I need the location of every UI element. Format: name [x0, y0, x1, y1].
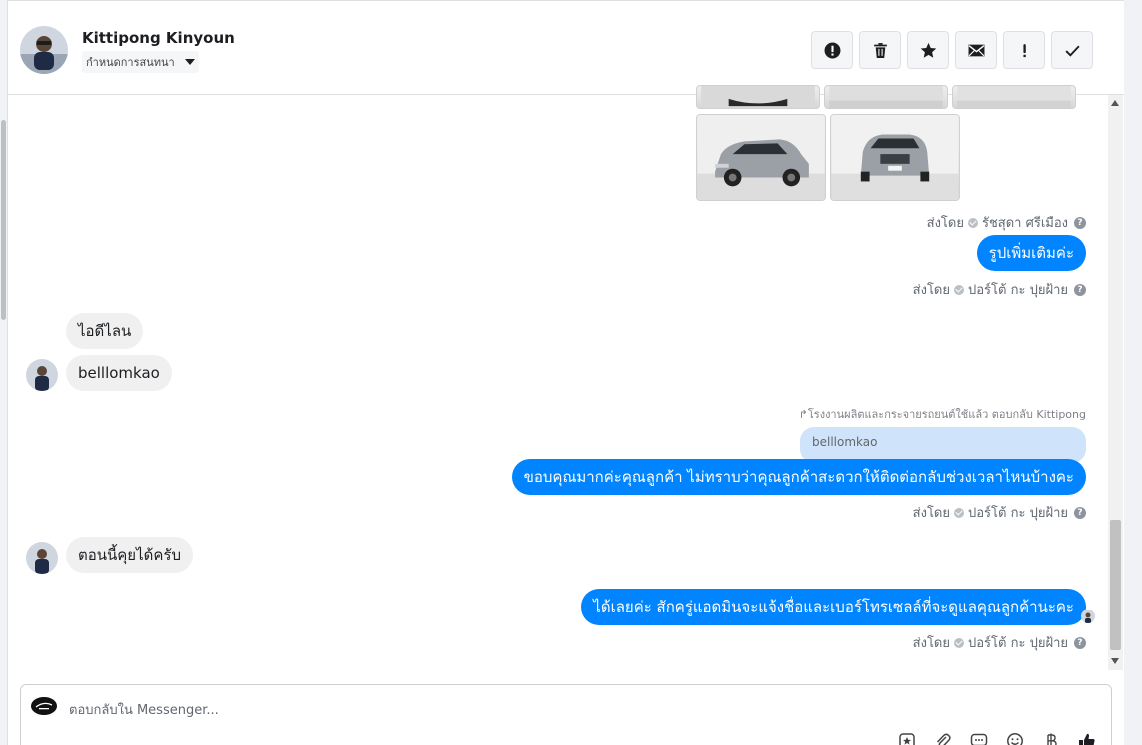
mark-unread-button[interactable]	[955, 31, 997, 69]
conversation-settings-label: กำหนดการสนทนา	[86, 56, 175, 69]
star-icon	[920, 42, 936, 58]
sent-by-prefix: ส่งโดย	[926, 216, 964, 231]
sent-by-label: ส่งโดย ปอร์โต้ กะ ปุยฝ้าย ?	[913, 502, 1086, 523]
incoming-message[interactable]: ไอดีไลน	[66, 313, 144, 349]
help-icon[interactable]: ?	[1074, 216, 1086, 229]
seen-avatar	[1081, 609, 1095, 623]
sent-by-label: ส่งโดย ปอร์โต้ กะ ปุยฝ้าย ?	[913, 632, 1086, 653]
help-icon[interactable]: ?	[1074, 283, 1086, 296]
verified-check-icon	[954, 507, 964, 518]
car-photo[interactable]	[824, 85, 948, 109]
mark-done-button[interactable]	[1051, 31, 1093, 69]
thread-scrollbar[interactable]	[1108, 95, 1123, 670]
thread-scrollbar-thumb[interactable]	[1110, 520, 1121, 650]
car-photo[interactable]	[830, 114, 960, 201]
verified-check-icon	[954, 284, 964, 295]
car-photo[interactable]	[696, 85, 820, 109]
saved-reply-icon[interactable]	[897, 731, 916, 745]
inbox-page: Kittipong Kinyoun กำหนดการสนทนา ส่งโดย ร…	[0, 0, 1142, 745]
incoming-message[interactable]: belllomkao	[66, 355, 172, 391]
reply-context-text: โรงงานผลิตและกระจายรถยนต์ใช้แล้ว ตอบกลับ…	[807, 408, 1086, 421]
envelope-icon	[968, 44, 984, 56]
sent-by-agent: ปอร์โต้ กะ ปุยฝ้าย	[968, 636, 1068, 651]
scroll-down-arrow-icon[interactable]	[1111, 658, 1119, 664]
page-gutter	[1124, 0, 1142, 745]
contact-avatar-small[interactable]	[26, 542, 58, 574]
contact-avatar[interactable]	[20, 26, 68, 74]
contact-name[interactable]: Kittipong Kinyoun	[82, 29, 235, 47]
caret-down-icon	[184, 59, 195, 65]
help-icon[interactable]: ?	[1074, 636, 1086, 649]
sent-by-label: ส่งโดย รัชสุดา ศรีเมือง ?	[927, 212, 1086, 233]
sent-by-label: ส่งโดย ปอร์โต้ กะ ปุยฝ้าย ?	[913, 279, 1086, 300]
composer-tools	[897, 731, 1096, 745]
sent-by-prefix: ส่งโดย	[912, 283, 950, 298]
delete-button[interactable]	[859, 31, 901, 69]
incoming-message[interactable]: ตอนนี้คุยได้ครับ	[66, 537, 193, 573]
reply-composer[interactable]: ตอบกลับใน Messenger...	[20, 684, 1112, 745]
verified-check-icon	[967, 217, 978, 228]
like-icon[interactable]	[1077, 731, 1096, 745]
outgoing-message[interactable]: รูปเพิ่มเติมค่ะ	[976, 235, 1086, 271]
quick-reply-icon[interactable]	[969, 731, 988, 745]
quoted-message[interactable]: belllomkao	[800, 427, 1086, 463]
star-button[interactable]	[907, 31, 949, 69]
outgoing-message[interactable]: ขอบคุณมากค่ะคุณลูกค้า ไม่ทราบว่าคุณลูกค้…	[511, 459, 1086, 495]
verified-check-icon	[954, 637, 964, 648]
sent-by-prefix: ส่งโดย	[912, 506, 950, 521]
sent-by-agent: ปอร์โต้ กะ ปุยฝ้าย	[968, 506, 1068, 521]
contact-avatar-small[interactable]	[26, 359, 58, 391]
conversation-panel: Kittipong Kinyoun กำหนดการสนทนา ส่งโดย ร…	[8, 0, 1124, 745]
follow-up-button[interactable]	[1003, 31, 1045, 69]
scroll-up-arrow-icon[interactable]	[1111, 100, 1119, 106]
left-scrollbar[interactable]	[0, 0, 8, 745]
conversation-toolbar	[811, 31, 1093, 69]
trash-icon	[873, 42, 887, 58]
reply-input[interactable]: ตอบกลับใน Messenger...	[69, 699, 219, 720]
page-logo	[31, 697, 57, 715]
left-scrollbar-thumb[interactable]	[1, 120, 6, 320]
sent-by-prefix: ส่งโดย	[912, 636, 950, 651]
exclamation-icon	[1022, 43, 1026, 57]
conversation-header: Kittipong Kinyoun กำหนดการสนทนา	[8, 5, 1124, 95]
sent-by-agent: รัชสุดา ศรีเมือง	[981, 216, 1068, 231]
outgoing-message[interactable]: ได้เลยค่ะ สักครู่แอดมินจะแจ้งชื่อและเบอร…	[581, 589, 1086, 625]
alert-circle-icon	[824, 42, 840, 58]
reply-arrow-icon: ↱	[798, 408, 808, 421]
reply-context: ↱โรงงานผลิตและกระจายรถยนต์ใช้แล้ว ตอบกลั…	[799, 405, 1086, 423]
sent-by-agent: ปอร์โต้ กะ ปุยฝ้าย	[968, 283, 1068, 298]
spam-button[interactable]	[811, 31, 853, 69]
conversation-settings-dropdown[interactable]: กำหนดการสนทนา	[82, 51, 199, 73]
help-icon[interactable]: ?	[1074, 506, 1086, 519]
baht-icon[interactable]	[1041, 731, 1060, 745]
emoji-icon[interactable]	[1005, 731, 1024, 745]
car-photo[interactable]	[696, 114, 826, 201]
attachment-icon[interactable]	[933, 731, 952, 745]
checkmark-icon	[1064, 45, 1080, 57]
car-photo[interactable]	[952, 85, 1076, 109]
